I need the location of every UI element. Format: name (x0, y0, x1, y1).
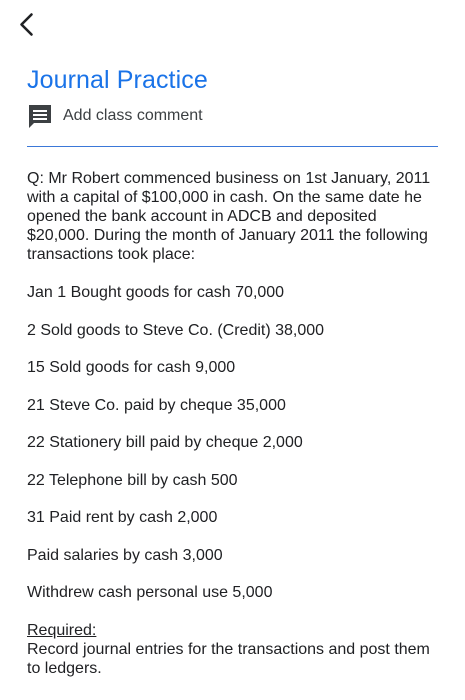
back-button[interactable] (13, 10, 43, 40)
transaction-item: 15 Sold goods for cash 9,000 (27, 359, 236, 376)
add-class-comment-button[interactable]: Add class comment (27, 103, 203, 129)
question-text: Q: Mr Robert commenced business on 1st J… (27, 170, 431, 263)
required-section: Required: Record journal entries for the… (27, 621, 442, 678)
transaction-item: 22 Stationery bill paid by cheque 2,000 (27, 434, 303, 451)
add-class-comment-label: Add class comment (63, 107, 203, 124)
chevron-left-icon (20, 13, 33, 36)
required-heading: Required: (27, 621, 97, 639)
required-text: Record journal entries for the transacti… (27, 640, 430, 677)
transaction-item: Withdrew cash personal use 5,000 (27, 584, 273, 601)
assignment-description: Q: Mr Robert commenced business on 1st J… (27, 169, 442, 678)
transaction-item: Paid salaries by cash 3,000 (27, 546, 223, 564)
transaction-item: 22 Telephone bill by cash 500 (27, 471, 238, 489)
transaction-item: 21 Steve Co. paid by cheque 35,000 (27, 396, 286, 414)
transaction-item: Jan 1 Bought goods for cash 70,000 (27, 284, 285, 301)
comment-icon (27, 103, 53, 129)
page-title: Journal Practice (27, 66, 208, 94)
transaction-item: 31 Paid rent by cash 2,000 (27, 509, 218, 526)
divider (27, 146, 438, 147)
transaction-item: 2 Sold goods to Steve Co. (Credit) 38,00… (27, 321, 325, 339)
transaction-list: Jan 1 Bought goods for cash 70,000 2 Sol… (27, 283, 442, 602)
